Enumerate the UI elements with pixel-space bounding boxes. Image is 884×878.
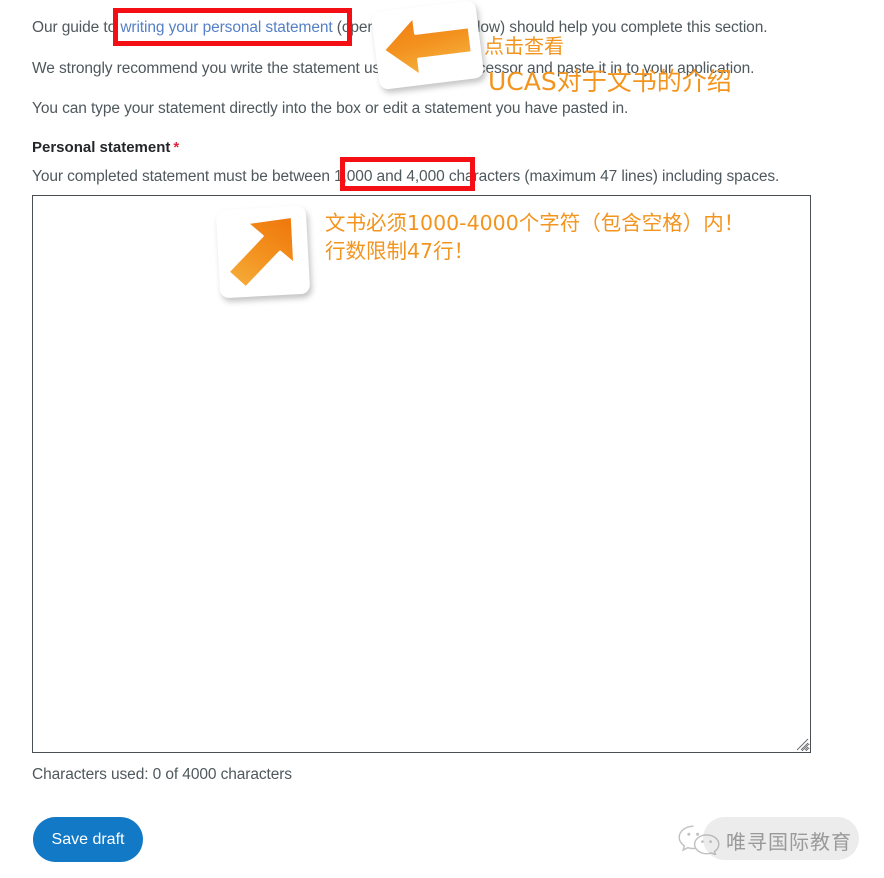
- characters-used-counter: Characters used: 0 of 4000 characters: [32, 766, 292, 783]
- annotation-note-top-line-2: UCAS对于文书的介绍: [488, 67, 732, 96]
- annotation-arrow-left-card: [370, 0, 485, 91]
- red-highlight-box-link: [113, 8, 352, 46]
- personal-statement-label-text: Personal statement: [32, 139, 171, 156]
- annotation-note-mid-line-1: 文书必须1000-4000个字符（包含空格）内！: [325, 211, 745, 235]
- red-highlight-box-character-limit: [340, 157, 475, 191]
- wechat-icon: [678, 825, 720, 855]
- watermark: 唯寻国际教育: [676, 817, 859, 860]
- watermark-label: 唯寻国际教育: [726, 830, 852, 854]
- annotation-arrow-up-right-card: [215, 205, 311, 299]
- required-asterisk: *: [173, 139, 180, 156]
- personal-statement-form-page: Our guide to writing your personal state…: [0, 0, 884, 878]
- intro-paragraph-3: You can type your statement directly int…: [32, 100, 629, 117]
- save-draft-button[interactable]: Save draft: [33, 817, 143, 862]
- personal-statement-label: Personal statement *: [32, 139, 179, 156]
- annotation-note-top-line-1: 点击查看: [484, 34, 564, 58]
- personal-statement-textarea[interactable]: [32, 195, 811, 753]
- intro-paragraph-1-before: Our guide to: [32, 19, 121, 36]
- arrow-left-icon: [381, 15, 474, 78]
- annotation-note-mid-line-2: 行数限制47行！: [325, 239, 475, 263]
- arrow-up-right-icon: [226, 214, 297, 290]
